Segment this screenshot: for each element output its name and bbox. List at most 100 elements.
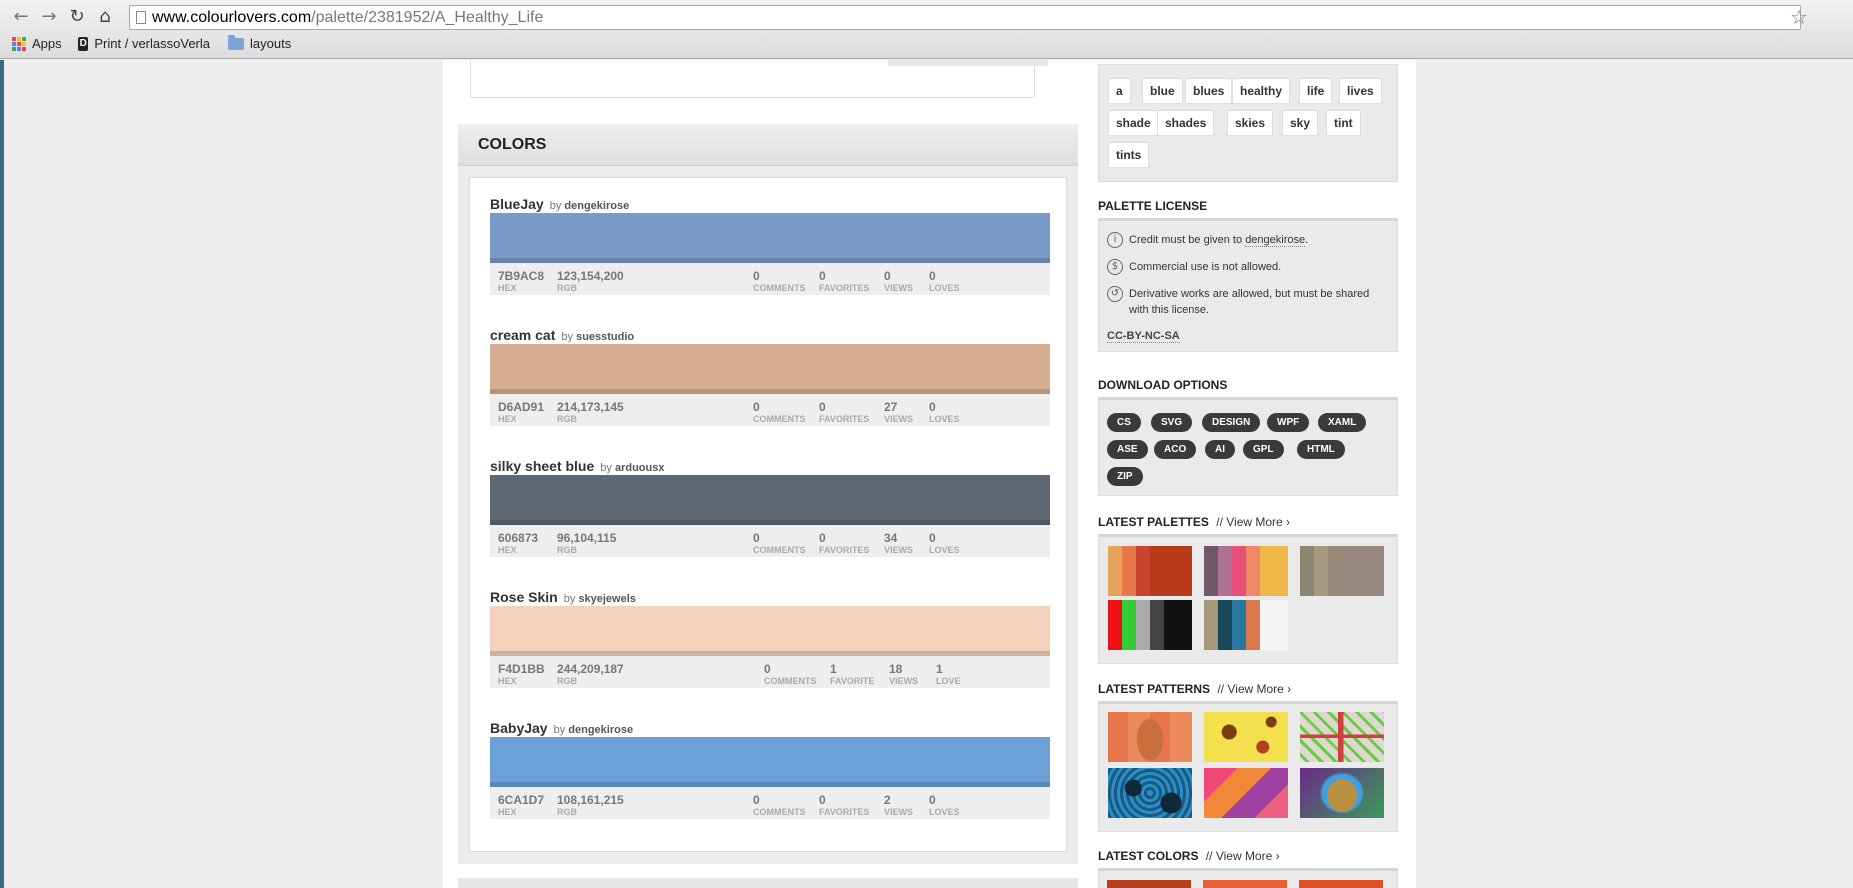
pattern-thumb-cosmic[interactable] (1300, 768, 1384, 818)
color-name[interactable]: Rose Skin by skyejewels (490, 589, 636, 605)
stat-views-label: VIEWS (889, 676, 919, 686)
latest-colors-view-more[interactable]: View More › (1216, 849, 1280, 863)
palette-swatch (1300, 546, 1314, 596)
author-link[interactable]: suesstudio (576, 331, 634, 343)
download-zip-button[interactable]: ZIP (1107, 467, 1143, 486)
pattern-thumb-plaid[interactable] (1300, 712, 1384, 762)
license-commercial-text: Commercial use is not allowed. (1129, 261, 1282, 273)
bookmark-layouts[interactable]: layouts (228, 34, 291, 51)
author-link[interactable]: dengekirose (568, 724, 633, 736)
latest-patterns-label: LATEST PATTERNS (1098, 682, 1210, 696)
palette-thumb[interactable] (1108, 546, 1192, 596)
pattern-thumb-triangles[interactable] (1204, 768, 1288, 818)
back-icon[interactable]: ← (10, 6, 32, 28)
palette-swatch (1356, 546, 1384, 596)
palette-swatch (1136, 546, 1150, 596)
tag-a[interactable]: a (1108, 78, 1131, 104)
download-cs-button[interactable]: CS (1107, 413, 1141, 432)
bookmark-print[interactable]: D Print / verlassoVerla (78, 36, 210, 51)
color-swatch[interactable] (490, 737, 1050, 787)
tag-skies[interactable]: skies (1227, 110, 1274, 136)
stat-comments: 0 COMMENTS (753, 401, 806, 425)
d-logo-icon: D (78, 36, 89, 51)
latest-colors-title: LATEST COLORS // View More › (1098, 849, 1280, 863)
download-box: CS SVG DESIGN WPF XAML ASE ACO AI GPL HTML ZIP (1098, 397, 1398, 496)
latest-patterns-box (1098, 701, 1398, 832)
stat-rgb-value: 244,209,187 (557, 662, 624, 676)
palette-thumb[interactable] (1204, 600, 1288, 650)
color-stats: 606873 HEX 96,104,115 RGB 0 COMMENTS 0 FAVORITE… (490, 525, 1050, 557)
palette-thumb[interactable] (1108, 600, 1192, 650)
tag-life[interactable]: life (1299, 78, 1333, 104)
stat-hex: D6AD91 HEX (498, 401, 544, 425)
palette-thumb[interactable] (1204, 546, 1288, 596)
color-name[interactable]: BlueJay by dengekirose (490, 196, 629, 212)
color-item[interactable]: silky sheet blue by arduousx 606873 HEX 96,1… (490, 458, 1050, 570)
tag-healthy[interactable]: healthy (1232, 78, 1291, 104)
reload-icon[interactable]: ↻ (66, 6, 88, 28)
color-author: by dengekirose (554, 724, 634, 736)
tag-shades[interactable]: shades (1157, 110, 1215, 136)
latest-color-thumb[interactable] (1299, 880, 1383, 888)
palette-swatch (1136, 600, 1150, 650)
download-svg-button[interactable]: SVG (1151, 413, 1193, 432)
color-name[interactable]: silky sheet blue by arduousx (490, 458, 664, 474)
color-item[interactable]: Rose Skin by skyejewels F4D1BB HEX 244,209,1… (490, 589, 1050, 701)
home-icon[interactable]: ⌂ (94, 6, 116, 28)
download-wpf-button[interactable]: WPF (1267, 413, 1310, 432)
download-ai-button[interactable]: AI (1205, 440, 1235, 459)
stat-hex-value: 7B9AC8 (498, 269, 545, 283)
color-swatch[interactable] (490, 344, 1050, 394)
tag-blues[interactable]: blues (1185, 78, 1233, 104)
tag-lives[interactable]: lives (1339, 78, 1382, 104)
latest-palettes-view-more[interactable]: View More › (1226, 515, 1290, 529)
download-design-button[interactable]: DESIGN (1202, 413, 1261, 432)
pattern-thumb-eggs[interactable] (1108, 712, 1192, 762)
color-swatch[interactable] (490, 213, 1050, 263)
color-name-text: cream cat (490, 327, 556, 343)
stat-loves-label: LOVES (929, 283, 960, 293)
color-swatch[interactable] (490, 606, 1050, 656)
colors-title: COLORS (478, 136, 547, 153)
forward-icon[interactable]: → (38, 6, 60, 28)
tag-sky[interactable]: sky (1282, 110, 1319, 136)
palette-thumb[interactable] (1300, 546, 1384, 596)
pattern-thumb-floral[interactable] (1204, 712, 1288, 762)
download-xaml-button[interactable]: XAML (1318, 413, 1367, 432)
stat-comments-label: COMMENTS (764, 676, 817, 686)
tag-tint[interactable]: tint (1326, 110, 1361, 136)
pattern-thumb-swirls[interactable] (1108, 768, 1192, 818)
author-link[interactable]: skyejewels (578, 593, 636, 605)
color-name[interactable]: cream cat by suesstudio (490, 327, 634, 343)
color-author: by skyejewels (564, 593, 636, 605)
stat-hex: 6CA1D7 HEX (498, 794, 544, 818)
download-aco-button[interactable]: ACO (1154, 440, 1197, 459)
author-link[interactable]: arduousx (615, 462, 665, 474)
color-item[interactable]: BlueJay by dengekirose 7B9AC8 HEX 123,154,20… (490, 196, 1050, 308)
tag-tints[interactable]: tints (1108, 142, 1150, 168)
color-name[interactable]: BabyJay by dengekirose (490, 720, 633, 736)
latest-color-thumb[interactable] (1203, 880, 1287, 888)
color-swatch[interactable] (490, 475, 1050, 525)
download-ase-button[interactable]: ASE (1107, 440, 1148, 459)
bookmark-apps[interactable]: Apps (12, 36, 62, 51)
tag-shade[interactable]: shade (1108, 110, 1159, 136)
color-item[interactable]: BabyJay by dengekirose 6CA1D7 HEX 108,161,21… (490, 720, 1050, 832)
latest-patterns-view-more[interactable]: View More › (1227, 682, 1291, 696)
color-item[interactable]: cream cat by suesstudio D6AD91 HEX 214,173,1… (490, 327, 1050, 439)
credit-user-link[interactable]: dengekirose (1245, 234, 1306, 247)
stat-loves-label: LOVES (929, 545, 960, 555)
address-bar[interactable]: www.colourlovers.com/palette/2381952/A_H… (129, 5, 1801, 30)
tag-blue[interactable]: blue (1142, 78, 1183, 104)
download-gpl-button[interactable]: GPL (1243, 440, 1284, 459)
stat-rgb-label: RGB (557, 807, 577, 817)
stat-comments-label: COMMENTS (753, 283, 806, 293)
stat-loves-value: 0 (929, 269, 936, 283)
color-stats: D6AD91 HEX 214,173,145 RGB 0 COMMENTS 0 FAVORIT… (490, 394, 1050, 426)
bookmark-star-icon[interactable]: ☆ (1790, 5, 1808, 29)
license-code-link[interactable]: CC-BY-NC-SA (1107, 330, 1180, 343)
license-derivative-row: ↺ Derivative works are allowed, but must… (1107, 286, 1387, 318)
download-html-button[interactable]: HTML (1297, 440, 1345, 459)
author-link[interactable]: dengekirose (564, 200, 629, 212)
latest-color-thumb[interactable] (1107, 880, 1191, 888)
